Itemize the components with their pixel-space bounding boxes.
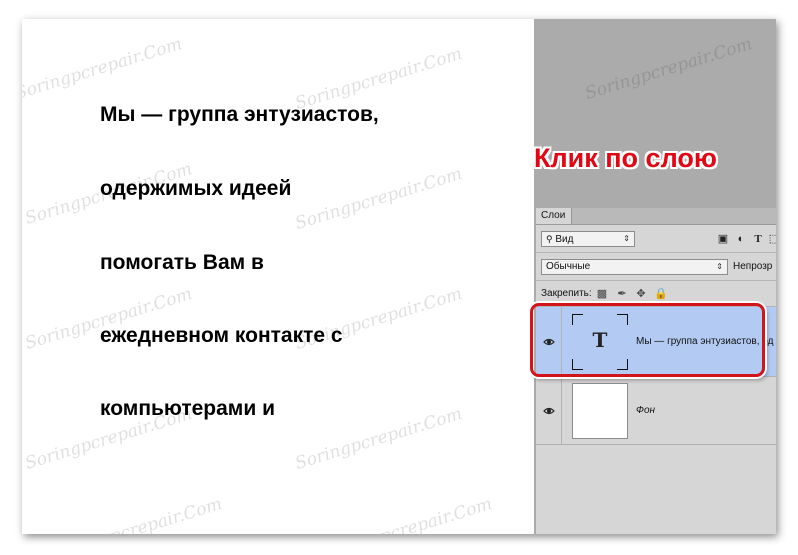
layer-filter-value: Вид	[555, 234, 574, 245]
document-canvas: Мы — группа энтузиастов, одержимых идеей…	[22, 19, 534, 534]
type-filter-icon[interactable]: T	[752, 233, 764, 245]
text-layer-icon: T	[592, 328, 608, 352]
screenshot-frame: Мы — группа энтузиастов, одержимых идеей…	[22, 19, 776, 534]
adjustment-filter-icon[interactable]: ◐	[735, 233, 747, 245]
layer-row-background[interactable]: Фон	[536, 377, 776, 445]
layer-filter-select[interactable]: ⚲ Вид ⇕	[541, 231, 635, 247]
panel-divider	[536, 252, 776, 253]
lock-all-icon[interactable]: 🔒	[654, 287, 668, 300]
text-layer-thumbnail: T	[572, 314, 628, 370]
eye-icon	[543, 338, 555, 346]
document-text-line: помогать Вам в	[100, 251, 264, 274]
layer-name[interactable]: Фон	[636, 405, 655, 416]
blend-mode-select[interactable]: Обычные ⇕	[541, 259, 728, 275]
lock-label: Закрепить:	[541, 288, 592, 299]
select-arrows-icon: ⇕	[716, 262, 723, 271]
lock-move-icon[interactable]: ✥	[635, 287, 647, 300]
layers-panel: Слои ⚲ Вид ⇕ ▣ ◐ T ⬚ Обычные ⇕ Непрозр З…	[536, 208, 776, 534]
opacity-label: Непрозр	[733, 261, 773, 272]
search-icon: ⚲	[546, 234, 553, 244]
lock-brush-icon[interactable]: ✒	[616, 287, 628, 300]
shape-filter-icon[interactable]: ⬚	[768, 233, 776, 245]
blend-mode-value: Обычные	[546, 261, 591, 272]
layer-name[interactable]: Мы — группа энтузиастов, од	[636, 336, 773, 347]
document-text-line: Мы — группа энтузиастов,	[100, 103, 379, 126]
tab-layers[interactable]: Слои	[536, 208, 572, 224]
select-arrows-icon: ⇕	[623, 234, 630, 243]
callout-label: Клик по слою	[534, 143, 717, 173]
document-text-line: одержимых идеей	[100, 177, 292, 200]
background-layer-thumbnail	[572, 383, 628, 439]
watermark: Soringpcrepair.Com	[582, 34, 755, 104]
lock-pixels-icon[interactable]: ▩	[596, 287, 608, 300]
panel-tabbar: Слои	[536, 208, 776, 225]
layer-row-text[interactable]: T Мы — группа энтузиастов, од	[536, 307, 776, 377]
eye-icon	[543, 407, 555, 415]
document-text-line: компьютерами и	[100, 397, 275, 420]
visibility-toggle[interactable]	[536, 307, 562, 376]
document-text-line: ежедневном контакте с	[100, 324, 343, 347]
panel-divider	[536, 280, 776, 281]
image-filter-icon[interactable]: ▣	[717, 233, 729, 245]
visibility-toggle[interactable]	[536, 377, 562, 444]
